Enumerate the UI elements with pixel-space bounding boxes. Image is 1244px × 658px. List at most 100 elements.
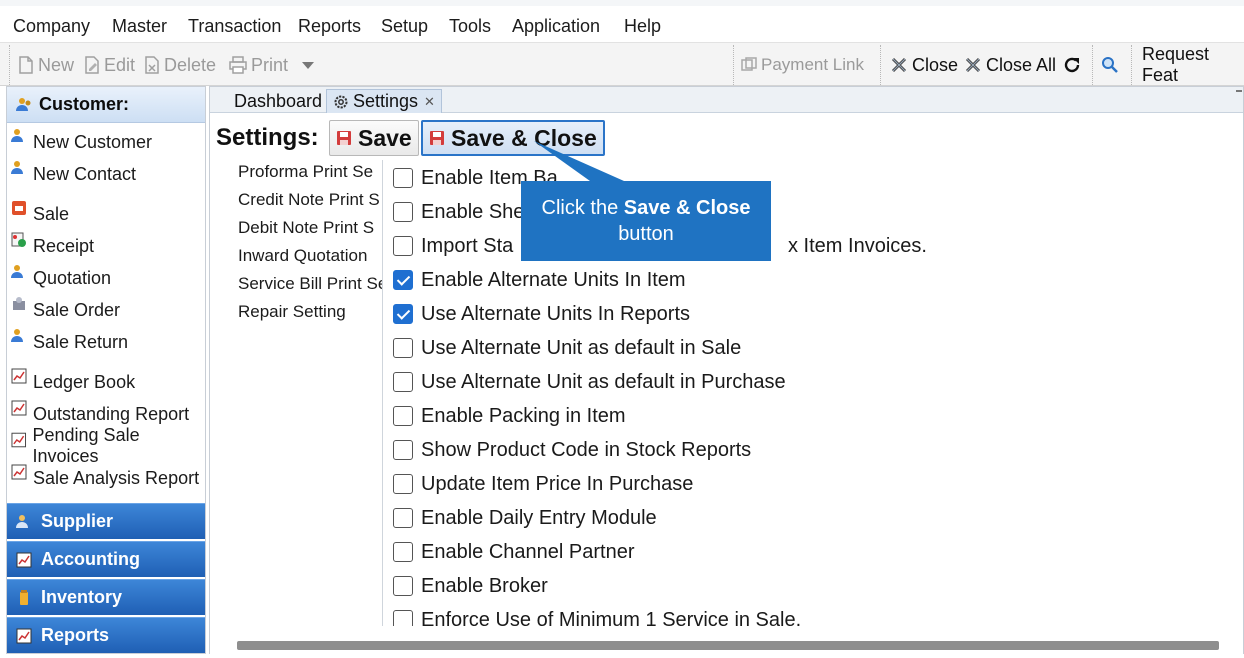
tab-label: Dashboard [234,90,323,111]
nav-item-label: Receipt [33,235,95,256]
option-use-alternate-units-reports[interactable]: Use Alternate Units In Reports [393,301,690,327]
nav-sale-return[interactable]: Sale Return [11,329,128,355]
option-label: Enforce Use of Minimum 1 Service in Sale… [421,608,802,627]
option-import-sta[interactable]: Import Sta [393,233,513,259]
reports-icon [16,628,32,643]
nav-item-label: New Customer [33,131,153,152]
tab-dashboard[interactable]: Dashboard [228,89,328,113]
print-dropdown-button[interactable] [302,53,314,77]
option-enable-packing[interactable]: Enable Packing in Item [393,403,626,429]
menu-bar: Company Master Transaction Reports Setup… [0,0,1244,42]
edit-button[interactable]: Edit [84,53,135,77]
quotation-icon [11,265,23,278]
settings-menu-item[interactable]: Debit Note Print S [238,218,374,238]
new-label: New [38,54,75,75]
close-all-label: Close All [986,54,1057,75]
checkbox[interactable] [393,542,413,562]
menu-company[interactable]: Company [13,16,90,37]
checkbox[interactable] [393,576,413,596]
settings-menu-item[interactable]: Service Bill Print Se [238,274,382,294]
panel-minimize-icon[interactable] [1236,90,1242,92]
toolbar-separator [880,45,881,85]
checkbox[interactable] [393,236,413,256]
nav-pending-sale-invoices[interactable]: Pending Sale Invoices [11,425,205,466]
save-button[interactable]: Save [329,120,419,156]
new-button[interactable]: New [18,53,74,77]
toolbar-grip [9,45,10,85]
nav-quotation[interactable]: Quotation [11,265,111,291]
close-button[interactable]: Close [890,53,958,77]
menu-master[interactable]: Master [112,16,167,37]
tab-settings[interactable]: Settings ✕ [326,89,442,113]
new-document-icon [19,56,33,74]
nav-header-customer[interactable]: Customer: [7,87,205,123]
tab-close-icon[interactable]: ✕ [424,94,435,110]
checkbox[interactable] [393,440,413,460]
option-channel-partner[interactable]: Enable Channel Partner [393,539,634,565]
menu-transaction[interactable]: Transaction [188,16,281,37]
menu-setup[interactable]: Setup [381,16,428,37]
nav-new-contact[interactable]: New Contact [11,161,136,187]
nav-group-reports[interactable]: Reports [7,617,205,653]
checkbox[interactable] [393,168,413,188]
close-tab-icon [891,57,907,73]
print-label: Print [251,54,289,75]
nav-sale[interactable]: Sale [11,201,69,227]
refresh-button[interactable] [1062,53,1082,77]
nav-item-label: Sale [33,203,70,224]
nav-item-label: Outstanding Report [33,403,190,424]
settings-menu-item[interactable]: Credit Note Print S [238,190,380,210]
settings-menu-item[interactable]: Inward Quotation [238,246,367,266]
option-update-item-price[interactable]: Update Item Price In Purchase [393,471,693,497]
option-enable-broker[interactable]: Enable Broker [393,573,548,599]
option-alt-unit-default-purchase[interactable]: Use Alternate Unit as default in Purchas… [393,369,786,395]
nav-ledger-book[interactable]: Ledger Book [11,368,135,395]
nav-group-label: Accounting [41,549,140,569]
nav-receipt[interactable]: Receipt [11,232,95,259]
save-and-close-button[interactable]: Save & Close [421,120,605,156]
delete-button[interactable]: Delete [144,53,216,77]
nav-header-label: Customer: [39,94,130,114]
option-alt-unit-default-sale[interactable]: Use Alternate Unit as default in Sale [393,335,741,361]
checkbox[interactable] [393,610,413,626]
receipt-icon [11,232,26,247]
nav-sale-analysis-report[interactable]: Sale Analysis Report [11,464,199,491]
option-min-one-service[interactable]: Enforce Use of Minimum 1 Service in Sale… [393,607,801,626]
payment-link-button[interactable]: Payment Link [741,53,864,77]
settings-menu-item[interactable]: Repair Setting [238,302,346,322]
checkbox[interactable] [393,304,413,324]
option-enable-alternate-units[interactable]: Enable Alternate Units In Item [393,267,686,293]
checkbox[interactable] [393,202,413,222]
request-feature-button[interactable]: Request Feat [1142,44,1244,85]
edit-icon [85,56,99,74]
checkbox[interactable] [393,372,413,392]
nav-group-supplier[interactable]: Supplier [7,503,205,539]
menu-application[interactable]: Application [512,16,600,37]
option-label: Enable Daily Entry Module [421,506,657,529]
nav-sale-order[interactable]: Sale Order [11,297,120,323]
checkbox[interactable] [393,270,413,290]
scrollbar-thumb[interactable] [237,641,1219,650]
checkbox[interactable] [393,508,413,528]
option-show-product-code[interactable]: Show Product Code in Stock Reports [393,437,751,463]
nav-new-customer[interactable]: New Customer [11,129,152,155]
settings-title: Settings: [216,124,319,151]
checkbox[interactable] [393,474,413,494]
menu-tools[interactable]: Tools [449,16,491,37]
close-all-icon [965,57,981,73]
save-and-close-label: Save & Close [451,124,597,151]
close-all-button[interactable]: Close All [964,53,1056,77]
print-button[interactable]: Print [229,53,288,77]
checkbox[interactable] [393,406,413,426]
nav-group-accounting[interactable]: Accounting [7,541,205,577]
horizontal-scrollbar[interactable] [210,634,1243,654]
search-button[interactable] [1101,53,1119,77]
nav-outstanding-report[interactable]: Outstanding Report [11,400,190,427]
menu-reports[interactable]: Reports [298,16,361,37]
settings-menu-item[interactable]: Proforma Print Se [238,162,373,182]
menu-help[interactable]: Help [624,16,661,37]
option-daily-entry[interactable]: Enable Daily Entry Module [393,505,657,531]
nav-group-inventory[interactable]: Inventory [7,579,205,615]
option-enable-she[interactable]: Enable She [393,199,524,225]
checkbox[interactable] [393,338,413,358]
